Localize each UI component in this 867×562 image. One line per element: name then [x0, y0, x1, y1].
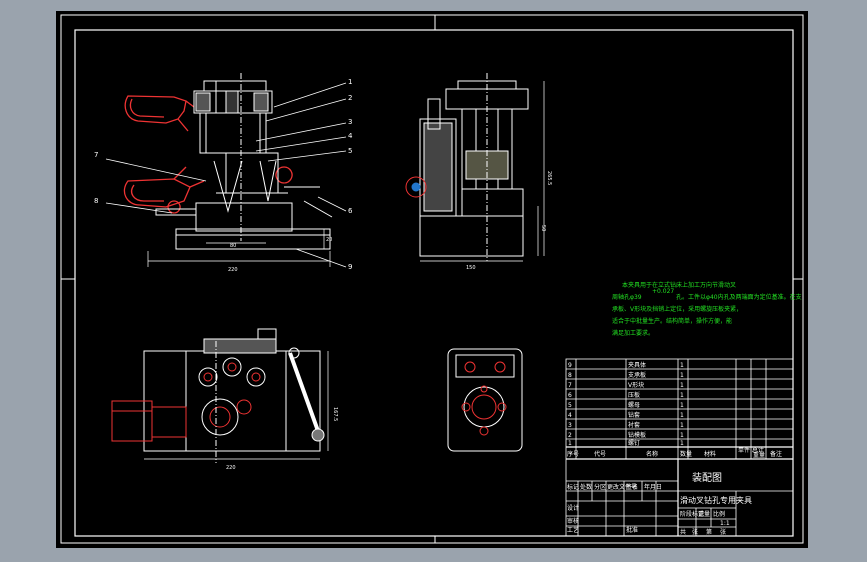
row-label-process: 工艺 [567, 526, 579, 534]
callout-2: 2 [348, 94, 352, 102]
header-name: 名称 [646, 450, 658, 458]
part-qty: 1 [680, 372, 684, 379]
part-no: 3 [568, 422, 572, 429]
sign-label-0: 标记 [567, 483, 579, 491]
technical-note: 本夹具用于在立式钻床上加工万向节滑动叉 周轴孔φ39 +0.027 孔。工件以φ… [612, 281, 802, 337]
row-label-approve: 批准 [626, 526, 638, 534]
part-no: 5 [568, 402, 572, 409]
part-qty: 1 [680, 402, 684, 409]
part-name: 钻套 [628, 411, 640, 419]
note-line-1: 本夹具用于在立式钻床上加工万向节滑动叉 [622, 281, 736, 289]
side-view [405, 73, 545, 262]
sheet-total-unit: 张 [692, 528, 698, 536]
cad-drawing: 1 2 3 4 5 6 7 8 9 220 80 20 150 265.5 50 [60, 14, 804, 544]
sign-label-4: 签名 [626, 483, 638, 491]
callout-5: 5 [348, 147, 352, 155]
drawing-sheet: 1 2 3 4 5 6 7 8 9 220 80 20 150 265.5 50 [56, 11, 808, 548]
dim-front-width: 220 [228, 267, 238, 273]
part-name: 钻模板 [628, 431, 646, 439]
dim-side-base: 50 [540, 225, 546, 231]
header-remark: 备注 [770, 450, 782, 458]
part-no: 7 [568, 382, 572, 389]
part-no: 8 [568, 372, 572, 379]
part-name: 衬套 [628, 421, 640, 429]
part-qty: 1 [680, 392, 684, 399]
dim-side-width: 150 [466, 265, 476, 271]
part-qty: 1 [680, 440, 684, 447]
sign-label-5: 年月日 [644, 483, 662, 491]
title-block-header: 序号 代号 名称 数量 材料 单件 总计 重量 备注 [567, 446, 782, 459]
note-line-4: 承板、V形块及挡销上定位，采用螺旋压板夹紧， [612, 305, 742, 313]
sheet-no-unit: 张 [720, 528, 726, 536]
part-no: 1 [568, 440, 572, 447]
note-line-3: 孔。工件以φ40内孔及两端面为定位基准。在支 [676, 293, 802, 301]
part-no: 6 [568, 392, 572, 399]
callout-9: 9 [348, 263, 352, 271]
part-name: V形块 [628, 381, 644, 389]
note-line-5: 适合于中批量生产。结构简单，操作方便，能 [612, 317, 732, 325]
header-qty: 数量 [680, 450, 692, 458]
sign-label-2: 分区 [594, 483, 606, 491]
header-code: 代号 [594, 450, 606, 458]
bottom-view [447, 348, 523, 452]
scale-value: 1:1 [720, 520, 730, 527]
callout-1: 1 [348, 78, 352, 86]
note-line-2: 周轴孔φ39 [612, 293, 642, 301]
row-label-review: 审核 [567, 517, 579, 525]
sheet-no-label: 第 [706, 528, 712, 536]
fixture-body [175, 228, 331, 250]
front-view [105, 73, 347, 268]
part-no: 9 [568, 362, 572, 369]
part-qty: 1 [680, 422, 684, 429]
bottom-view-body [447, 348, 523, 452]
part-name: 螺钉 [628, 439, 640, 447]
part-no: 2 [568, 432, 572, 439]
drawing-name: 装配图 [692, 471, 722, 484]
part-qty: 1 [680, 362, 684, 369]
front-callouts: 1 2 3 4 5 6 7 8 9 220 80 20 [94, 78, 353, 273]
callout-8: 8 [94, 197, 98, 205]
plan-view [111, 328, 329, 463]
dim-plan-width: 220 [226, 465, 236, 471]
scale-label: 比例 [713, 510, 725, 518]
part-no: 4 [568, 412, 572, 419]
header-weight2: 重量 [753, 451, 765, 459]
part-name: 夹具体 [628, 361, 646, 369]
part-name: 支承板 [628, 371, 646, 379]
dim-front-step: 20 [326, 237, 332, 243]
outer-border [60, 14, 804, 544]
weight-label: 重量 [698, 510, 710, 518]
dim-front-inner: 80 [230, 243, 236, 249]
dim-plan-height: 167.5 [332, 407, 338, 421]
header-seq: 序号 [567, 450, 579, 458]
part-qty: 1 [680, 432, 684, 439]
part-qty: 1 [680, 382, 684, 389]
callout-6: 6 [348, 207, 353, 215]
product-name: 滑动叉钻孔专用夹具 [680, 495, 752, 505]
callout-7: 7 [94, 151, 98, 159]
dim-side-height: 265.5 [546, 171, 552, 185]
callout-4: 4 [348, 132, 353, 140]
note-superscript: +0.027 [652, 288, 674, 295]
sheet-total-label: 共 [680, 528, 686, 536]
row-label-design: 设计 [567, 504, 579, 512]
sign-label-1: 处数 [580, 483, 592, 491]
side-base [419, 215, 524, 257]
note-line-6: 满足加工要求。 [612, 329, 654, 337]
callout-3: 3 [348, 118, 352, 126]
part-name: 螺母 [628, 401, 640, 409]
header-material: 材料 [704, 450, 716, 458]
part-qty: 1 [680, 412, 684, 419]
part-name: 压板 [628, 391, 640, 399]
